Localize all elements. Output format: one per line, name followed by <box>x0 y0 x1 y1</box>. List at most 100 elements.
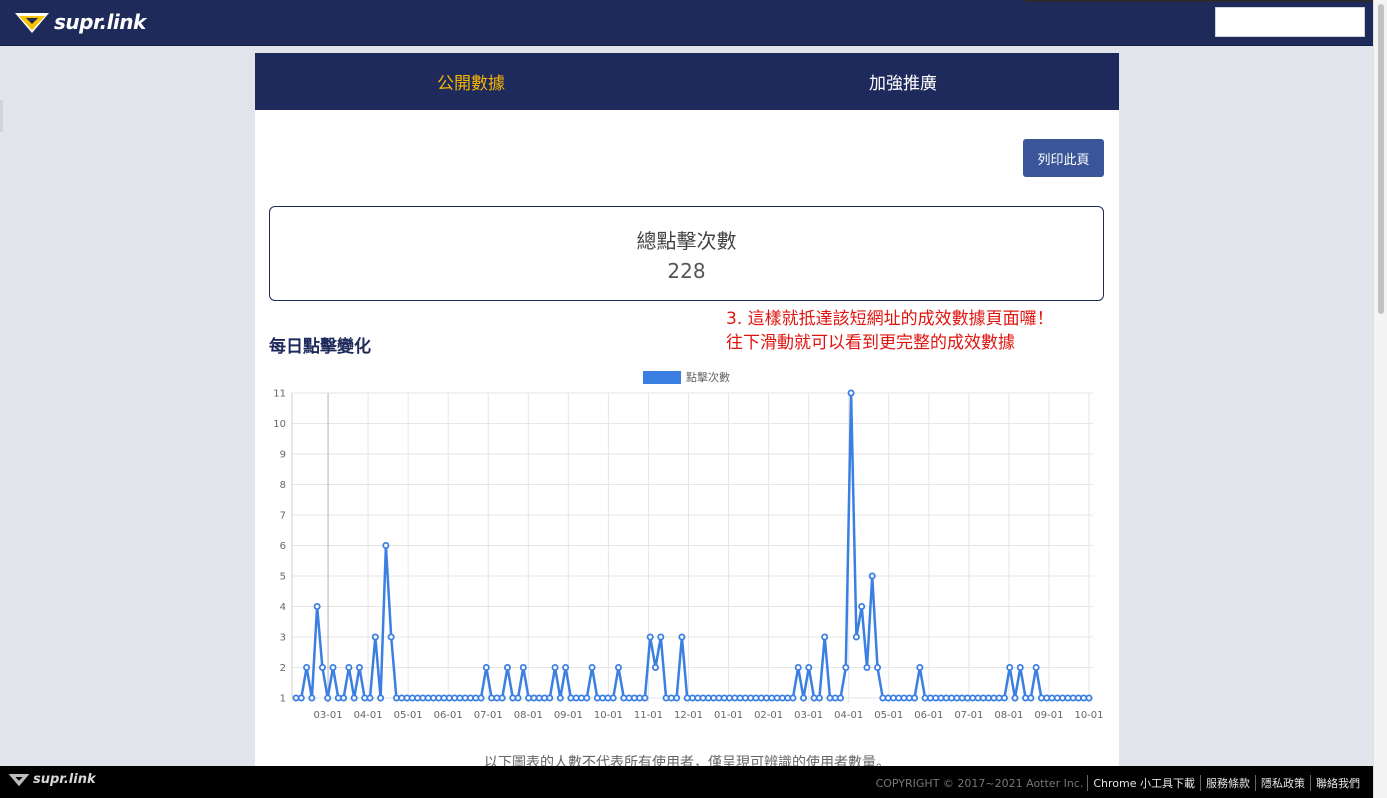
data-point <box>340 694 348 702</box>
supr-shield-icon <box>15 13 49 33</box>
data-point <box>789 694 797 702</box>
data-point <box>498 694 506 702</box>
data-point <box>1006 663 1014 671</box>
side-handle <box>0 100 3 132</box>
x-tick-label: 06-01 <box>914 710 943 721</box>
x-tick-label: 04-01 <box>354 710 383 721</box>
x-tick-label: 03-01 <box>794 710 823 721</box>
y-tick-label: 9 <box>280 450 286 461</box>
tab-public-data[interactable]: 公開數據 <box>255 53 687 110</box>
data-point <box>366 694 374 702</box>
top-input-box[interactable] <box>1215 7 1365 37</box>
data-point <box>911 694 919 702</box>
y-tick-label: 5 <box>280 572 286 583</box>
footer-link-privacy[interactable]: 隱私政策 <box>1255 775 1310 791</box>
data-point <box>1011 694 1019 702</box>
tab-promote[interactable]: 加強推廣 <box>687 53 1119 110</box>
x-tick-label: 11-01 <box>634 710 663 721</box>
data-point <box>313 602 321 610</box>
footer-link-terms[interactable]: 服務條款 <box>1200 775 1255 791</box>
data-point <box>1027 694 1035 702</box>
chart-legend: 點擊次數 <box>643 370 730 384</box>
legend-swatch <box>643 371 681 384</box>
data-point <box>503 663 511 671</box>
scrollbar-thumb[interactable] <box>1378 4 1384 314</box>
total-clicks-box: 總點擊次數 228 <box>269 206 1104 301</box>
x-tick-label: 07-01 <box>474 710 503 721</box>
annotation-line-1: 3. 這樣就抵達該短網址的成效數據頁面囉！ <box>726 309 1054 329</box>
data-point <box>546 694 554 702</box>
data-point <box>371 633 379 641</box>
data-point <box>815 694 823 702</box>
brand-logo[interactable]: supr.link <box>14 10 146 34</box>
brand-name: supr.link <box>54 10 146 34</box>
data-point <box>805 663 813 671</box>
data-point <box>641 694 649 702</box>
x-axis: 03-01 04-01 05-01 06-01 07-01 08-01 09-01 10-01… <box>314 710 1104 721</box>
data-point <box>868 572 876 580</box>
data-point <box>477 694 485 702</box>
data-point <box>1032 663 1040 671</box>
data-point <box>821 633 829 641</box>
y-tick-label: 6 <box>280 541 286 552</box>
legend-label: 點擊次數 <box>686 370 730 384</box>
data-point <box>863 663 871 671</box>
data-point <box>800 694 808 702</box>
y-tick-label: 3 <box>280 633 286 644</box>
x-tick-label: 03-01 <box>314 710 343 721</box>
footer-link-contact[interactable]: 聯絡我們 <box>1310 775 1365 791</box>
tab-bar: 公開數據 加強推廣 <box>255 53 1119 110</box>
x-tick-label: 09-01 <box>1034 710 1063 721</box>
data-point <box>837 694 845 702</box>
data-point <box>382 541 390 549</box>
data-point <box>657 633 665 641</box>
y-tick-label: 1 <box>280 694 286 705</box>
x-tick-label: 01-01 <box>714 710 743 721</box>
data-point <box>377 694 385 702</box>
data-point <box>345 663 353 671</box>
x-tick-label: 12-01 <box>674 710 703 721</box>
y-tick-label: 7 <box>280 511 286 522</box>
main-card: 公開數據 加強推廣 列印此頁 總點擊次數 228 3. 這樣就抵達該短網址的成效… <box>255 53 1119 771</box>
top-divider <box>1025 0 1373 2</box>
data-point <box>583 694 591 702</box>
copyright-text: COPYRIGHT © 2017~2021 Aotter Inc. <box>875 776 1084 790</box>
supr-shield-icon <box>8 774 30 787</box>
data-point <box>1000 694 1008 702</box>
page-scrollbar[interactable] <box>1373 0 1387 798</box>
data-point <box>324 694 332 702</box>
data-point <box>329 663 337 671</box>
data-point <box>303 663 311 671</box>
y-tick-label: 4 <box>280 602 286 613</box>
x-tick-label: 07-01 <box>954 710 983 721</box>
top-navbar: supr.link <box>0 0 1373 46</box>
total-clicks-value: 228 <box>667 259 706 283</box>
data-point <box>297 694 305 702</box>
data-point <box>678 633 686 641</box>
data-point <box>562 663 570 671</box>
annotation-line-2: 往下滑動就可以看到更完整的成效數據 <box>726 333 1015 353</box>
y-tick-label: 2 <box>280 663 286 674</box>
y-axis: 1 2 3 4 5 6 7 8 9 10 11 <box>273 389 286 705</box>
x-tick-label: 05-01 <box>394 710 423 721</box>
y-tick-label: 10 <box>273 419 286 430</box>
x-tick-label: 04-01 <box>834 710 863 721</box>
data-point <box>673 694 681 702</box>
data-point <box>1085 694 1093 702</box>
data-point <box>646 633 654 641</box>
data-point <box>614 663 622 671</box>
footer-links: COPYRIGHT © 2017~2021 Aotter Inc. Chrome… <box>876 775 1365 791</box>
x-tick-label: 10-01 <box>594 710 623 721</box>
annotation-text: 3. 這樣就抵達該短網址的成效數據頁面囉！ 往下滑動就可以看到更完整的成效數據 <box>726 307 1054 355</box>
footer-link-chrome-extension[interactable]: Chrome 小工具下載 <box>1087 775 1200 791</box>
print-page-button[interactable]: 列印此頁 <box>1023 139 1104 177</box>
x-tick-label: 09-01 <box>554 710 583 721</box>
x-tick-label: 08-01 <box>994 710 1023 721</box>
section-title: 每日點擊變化 <box>269 337 371 357</box>
daily-clicks-chart: 點擊次數 1234567891011 03-01 04-01 05-01 06-01 0… <box>273 370 1104 721</box>
y-tick-label: 8 <box>280 480 286 491</box>
data-point <box>519 663 527 671</box>
data-point <box>842 663 850 671</box>
data-point <box>609 694 617 702</box>
footer-logo[interactable]: supr.link <box>8 772 96 787</box>
